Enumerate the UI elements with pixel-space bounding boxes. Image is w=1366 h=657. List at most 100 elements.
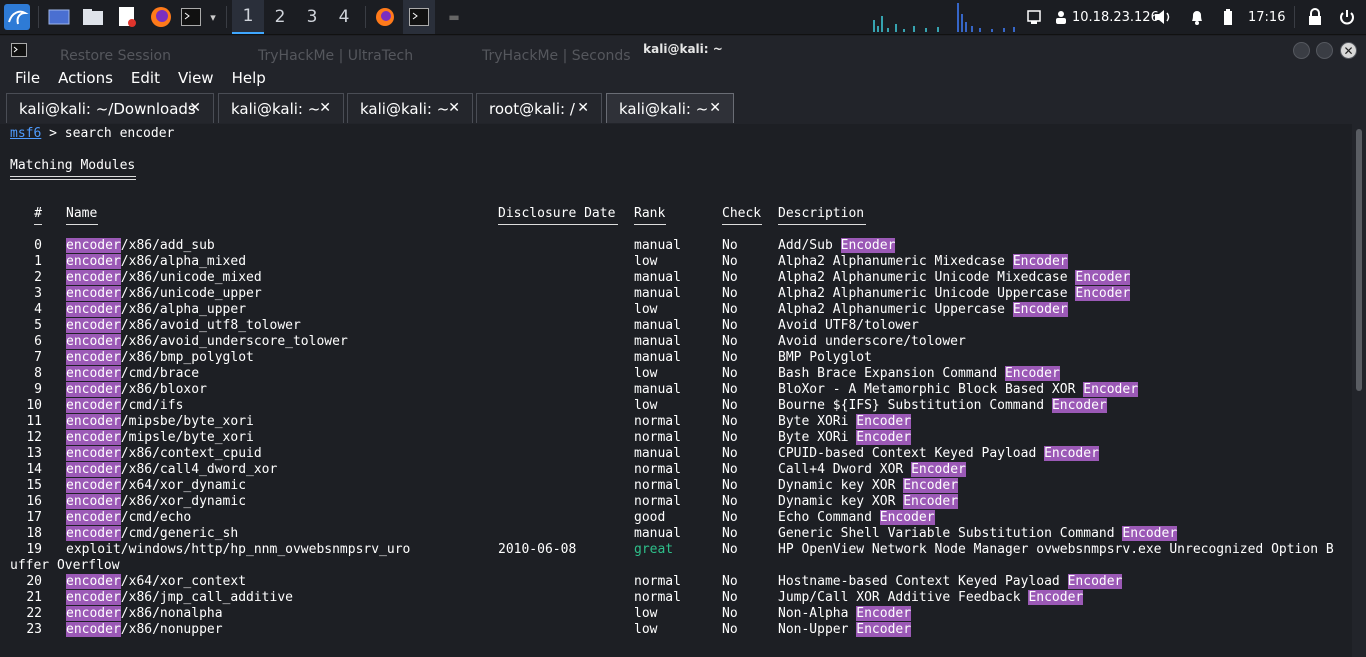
match-highlight: Encoder (856, 606, 912, 621)
rank-text: normal (634, 590, 681, 605)
module-path: /x86/avoid_underscore_tolower (120, 334, 348, 349)
lock-icon[interactable] (1304, 0, 1326, 34)
network-graph-icon (873, 3, 1015, 32)
description: BloXor - A Metamorphic Block Based XOR E… (778, 382, 1139, 398)
power-icon[interactable] (1336, 0, 1358, 34)
module-path: /cmd/ifs (120, 398, 184, 413)
check-text: No (722, 478, 738, 493)
rank: low (634, 606, 657, 622)
module-name: encoder/x86/avoid_utf8_tolower (66, 318, 301, 334)
description: Dynamic key XOR Encoder (778, 494, 959, 510)
window-icon[interactable]: ▬ (443, 0, 465, 34)
rank-text: manual (634, 350, 681, 365)
module-name: encoder/x86/alpha_mixed (66, 254, 246, 270)
tab-label: root@kali: / (489, 99, 575, 118)
row-number: 5 (10, 318, 42, 334)
battery-icon[interactable] (1220, 0, 1236, 34)
tab-kali-home-1[interactable]: kali@kali: ~ ✕ (218, 93, 344, 123)
description-text: Alpha2 Alphanumeric Unicode Uppercase (778, 286, 1076, 301)
menu-help[interactable]: Help (232, 69, 266, 87)
text-editor-icon[interactable] (114, 0, 140, 34)
menu-file[interactable]: File (15, 69, 40, 87)
row-number-text: 2 (34, 270, 42, 285)
description-text: Byte XORi (778, 414, 857, 429)
row-number: 10 (10, 398, 42, 414)
terminal-icon[interactable] (180, 0, 202, 34)
match-highlight: encoder (66, 350, 121, 365)
match-highlight: encoder (66, 478, 121, 493)
check: No (722, 590, 738, 606)
close-tab-icon[interactable]: ✕ (319, 100, 331, 116)
workspace-3[interactable]: 3 (296, 0, 328, 34)
check-text: No (722, 254, 738, 269)
rank-text: normal (634, 494, 681, 509)
close-button[interactable]: ✕ (1340, 42, 1357, 59)
check: No (722, 510, 738, 526)
rank-text: manual (634, 526, 681, 541)
row-number: 6 (10, 334, 42, 350)
module-name: encoder/x86/unicode_upper (66, 286, 262, 302)
module-path: /x86/unicode_mixed (120, 270, 262, 285)
description-text: CPUID-based Context Keyed Payload (778, 446, 1045, 461)
module-path: /x86/alpha_mixed (120, 254, 247, 269)
close-tab-icon[interactable]: ✕ (577, 100, 589, 116)
description: Avoid UTF8/tolower (778, 318, 919, 334)
module-name: encoder/x86/alpha_upper (66, 302, 246, 318)
menu-edit[interactable]: Edit (131, 69, 160, 87)
tab-root[interactable]: root@kali: / ✕ (476, 93, 602, 123)
match-highlight: Encoder (903, 494, 959, 509)
maximize-button[interactable] (1316, 42, 1333, 59)
check: No (722, 446, 738, 462)
terminal-scrollbar[interactable] (1356, 129, 1362, 391)
firefox-icon[interactable] (148, 0, 174, 34)
minimize-button[interactable] (1293, 42, 1310, 59)
volume-icon[interactable] (1152, 0, 1174, 34)
check: No (722, 622, 738, 638)
workspace-4[interactable]: 4 (328, 0, 360, 34)
match-highlight: Encoder (903, 478, 959, 493)
tab-downloads[interactable]: kali@kali: ~/Downloads ✕ (6, 93, 214, 123)
tab-kali-home-active[interactable]: kali@kali: ~ ✕ (606, 93, 734, 123)
match-highlight: encoder (66, 270, 121, 285)
workspace-2[interactable]: 2 (264, 0, 296, 34)
description-text: BMP Polyglot (778, 350, 872, 365)
rank-text: manual (634, 238, 681, 253)
notification-bell-icon[interactable] (1186, 0, 1208, 34)
close-tab-icon[interactable]: ✕ (189, 100, 201, 116)
disclosure-date: 2010-06-08 (498, 542, 576, 558)
clock[interactable]: 17:16 (1248, 0, 1285, 34)
description-text: Jump/Call XOR Additive Feedback (778, 590, 1029, 605)
row-number-text: 5 (34, 318, 42, 333)
firefox-window-icon[interactable] (373, 0, 397, 34)
tab-kali-home-2[interactable]: kali@kali: ~ ✕ (347, 93, 473, 123)
match-highlight: Encoder (911, 462, 966, 477)
title-bar[interactable]: Restore Session TryHackMe | UltraTech Tr… (0, 36, 1366, 64)
module-path: /x86/call4_dword_xor (120, 462, 278, 477)
chevron-down-icon[interactable]: ▾ (205, 0, 221, 34)
network-icon[interactable] (1024, 0, 1044, 34)
file-manager-icon[interactable] (80, 0, 106, 34)
menu-actions[interactable]: Actions (58, 69, 113, 87)
close-tab-icon[interactable]: ✕ (448, 100, 460, 116)
description-text: Alpha2 Alphanumeric Mixedcase (778, 254, 1013, 269)
workspace-1[interactable]: 1 (232, 0, 264, 34)
description-text: Bourne ${IFS} Substitution Command (778, 398, 1052, 413)
show-desktop-icon[interactable] (46, 0, 72, 34)
menu-view[interactable]: View (178, 69, 214, 87)
check-text: No (722, 286, 738, 301)
description: Bash Brace Expansion Command Encoder (778, 366, 1060, 382)
rank-text: low (634, 398, 658, 413)
rank: manual (634, 446, 681, 462)
terminal-window-icon[interactable] (403, 0, 435, 34)
match-highlight: Encoder (1028, 590, 1084, 605)
kali-menu-icon[interactable] (2, 0, 32, 34)
check-text: No (722, 590, 738, 605)
match-highlight: encoder (66, 590, 121, 605)
match-highlight: encoder (66, 254, 121, 269)
description: Alpha2 Alphanumeric Unicode Mixedcase En… (778, 270, 1131, 286)
terminal-output[interactable]: msf6 > search encoder Matching Modules #… (0, 124, 1352, 657)
row-number: 19 (10, 542, 42, 558)
module-name: encoder/x86/unicode_mixed (66, 270, 262, 286)
check-text: No (722, 350, 738, 365)
close-tab-icon[interactable]: ✕ (709, 100, 721, 116)
